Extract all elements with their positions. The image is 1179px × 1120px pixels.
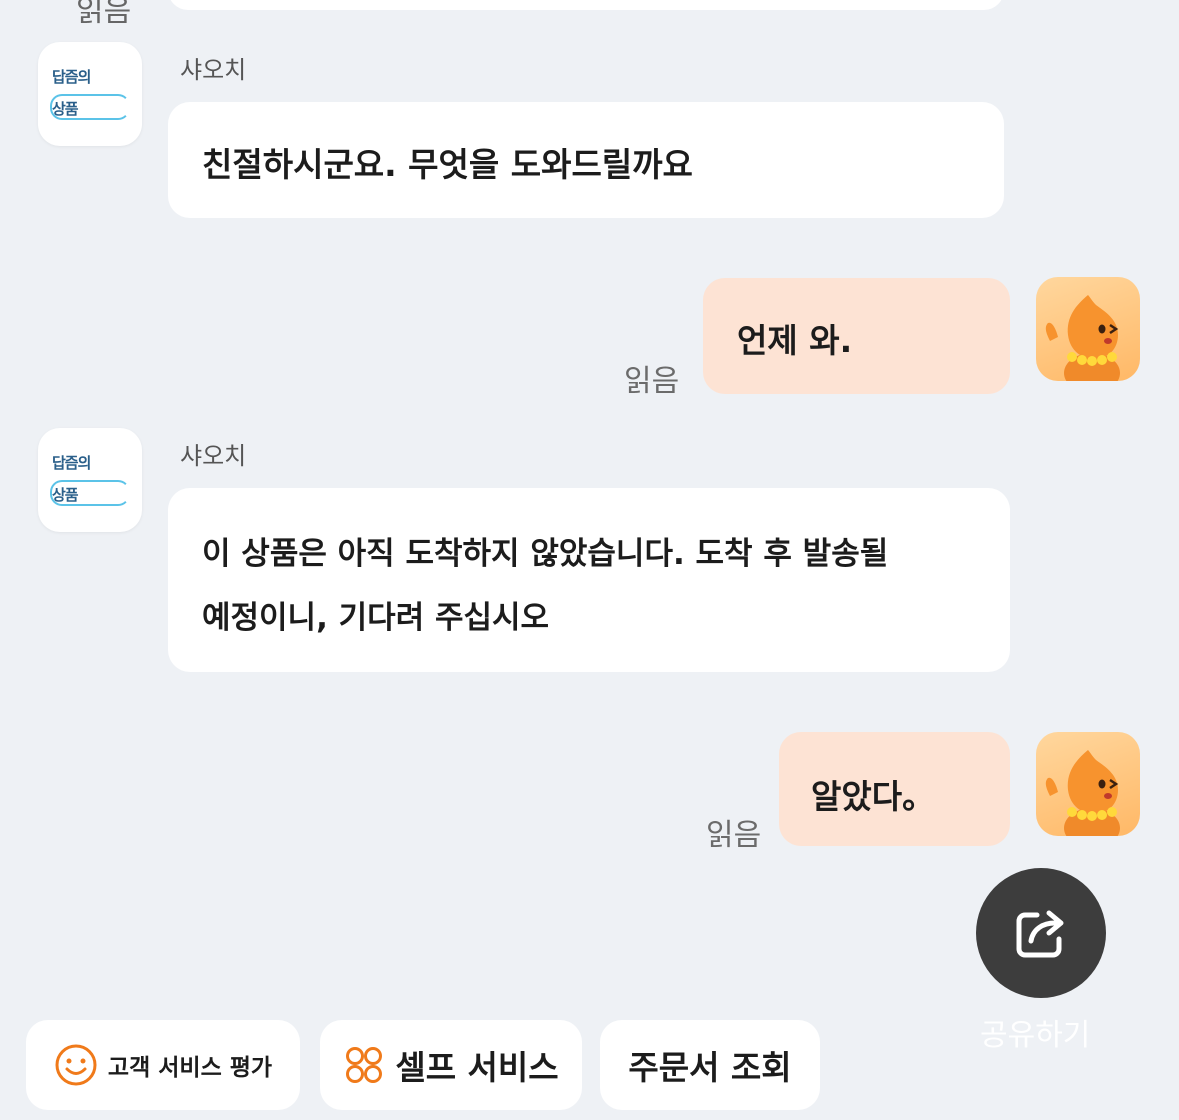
user-message-bubble[interactable]: 언제 와. [703,278,1010,394]
user-avatar[interactable] [1036,732,1140,836]
mascot-icon [1045,295,1120,381]
previous-message-bubble [168,0,1004,10]
user-avatar[interactable] [1036,277,1140,381]
message-text: 예정이니, 기다려 주십시오 [202,600,550,636]
message-text: 언제 와. [737,321,853,360]
sender-name: 샤오치 [180,56,247,84]
bot-avatar-text: 상품 [52,486,79,504]
bot-message-bubble[interactable]: 친절하시군요. 무엇을 도와드릴까요 [168,102,1004,218]
smiley-icon [55,1044,97,1086]
mascot-icon [1045,750,1120,836]
rate-service-button[interactable]: 고객 서비스 평가 [26,1020,300,1110]
self-service-label: 셀프 서비스 [395,1048,559,1087]
share-button[interactable] [976,868,1106,998]
sender-name: 샤오치 [180,442,247,470]
share-icon [1016,910,1064,958]
self-service-button[interactable]: 셀프 서비스 [320,1020,582,1110]
bot-avatar-text: 답즘의 [52,454,91,472]
user-message-bubble[interactable]: 알았다。 [779,732,1010,846]
share-label: 공유하기 [980,1018,1091,1053]
previous-read-label: 읽음 [76,0,132,29]
bot-avatar-text: 답즘의 [52,68,91,86]
rate-service-label: 고객 서비스 평가 [107,1055,273,1081]
read-label: 읽음 [706,818,762,853]
read-label: 읽음 [624,364,680,399]
message-text: 친절하시군요. 무엇을 도와드릴까요 [202,145,693,184]
bot-avatar[interactable]: 답즘의 상품 [38,42,142,146]
message-text: 알았다。 [811,777,936,816]
self-service-icon [346,1047,383,1083]
order-lookup-label: 주문서 조회 [628,1048,792,1087]
message-text: 이 상품은 아직 도착하지 않았습니다. 도착 후 발송될 [202,536,889,572]
order-lookup-button[interactable]: 주문서 조회 [600,1020,820,1110]
bot-message-bubble[interactable]: 이 상품은 아직 도착하지 않았습니다. 도착 후 발송될 예정이니, 기다려 … [168,488,1010,672]
bot-avatar[interactable]: 답즘의 상품 [38,428,142,532]
bot-avatar-text: 상품 [52,100,79,118]
